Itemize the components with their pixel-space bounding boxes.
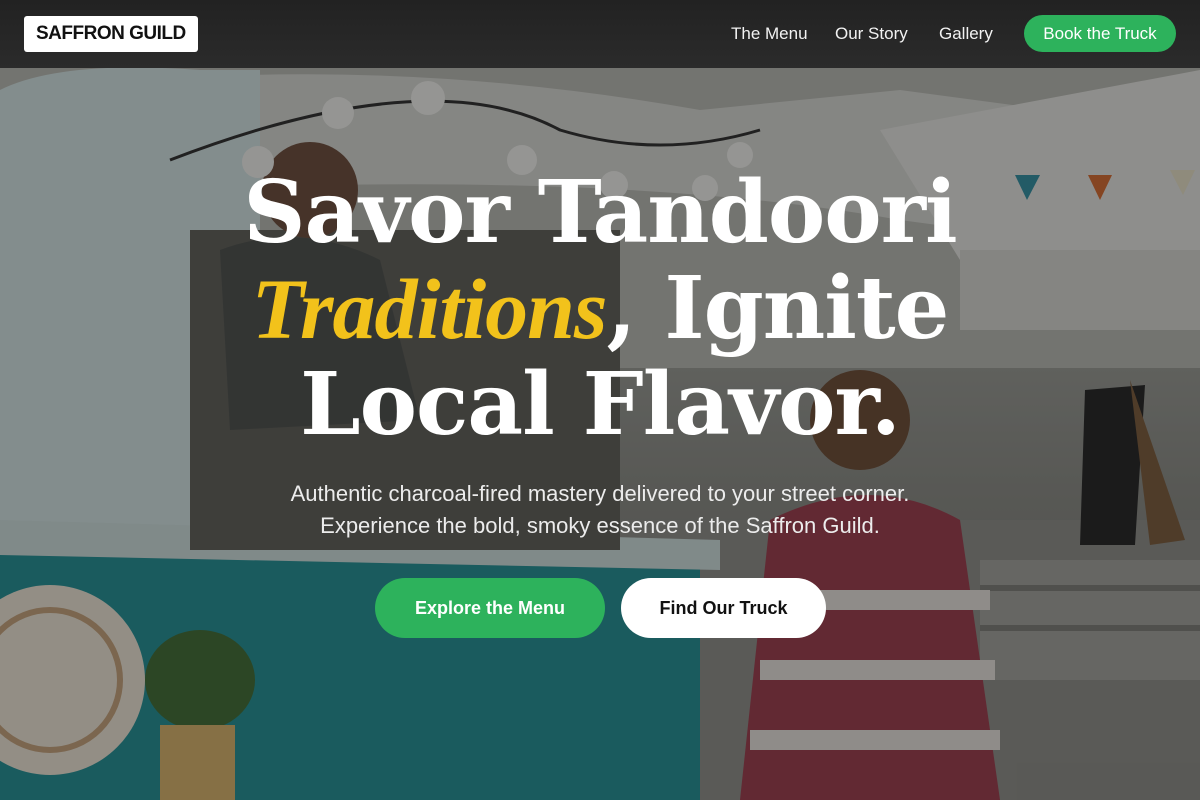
- nav-link-our-story[interactable]: Our Story: [835, 24, 908, 44]
- nav-link-gallery[interactable]: Gallery: [939, 24, 993, 44]
- subtitle-line-2: Experience the bold, smoky essence of th…: [320, 513, 880, 538]
- find-truck-button[interactable]: Find Our Truck: [621, 578, 826, 638]
- nav-link-menu[interactable]: The Menu: [731, 24, 808, 44]
- top-navbar: SAFFRON GUILD The Menu Our Story Gallery…: [0, 0, 1200, 68]
- subtitle-line-1: Authentic charcoal-fired mastery deliver…: [290, 481, 910, 506]
- explore-menu-button[interactable]: Explore the Menu: [375, 578, 605, 638]
- headline-accent-word: Traditions: [251, 261, 608, 357]
- headline-line-1: Savor Tandoori: [243, 162, 957, 263]
- headline-line-2: Traditions, Ignite: [0, 258, 1200, 359]
- hero-headline: Savor Tandoori Traditions, Ignite Local …: [0, 165, 1200, 453]
- book-truck-button[interactable]: Book the Truck: [1024, 15, 1176, 52]
- brand-logo[interactable]: SAFFRON GUILD: [24, 16, 198, 52]
- headline-line-3: Local Flavor.: [300, 354, 901, 455]
- hero-subtitle: Authentic charcoal-fired mastery deliver…: [0, 478, 1200, 542]
- headline-line-2-rest: , Ignite: [606, 258, 949, 359]
